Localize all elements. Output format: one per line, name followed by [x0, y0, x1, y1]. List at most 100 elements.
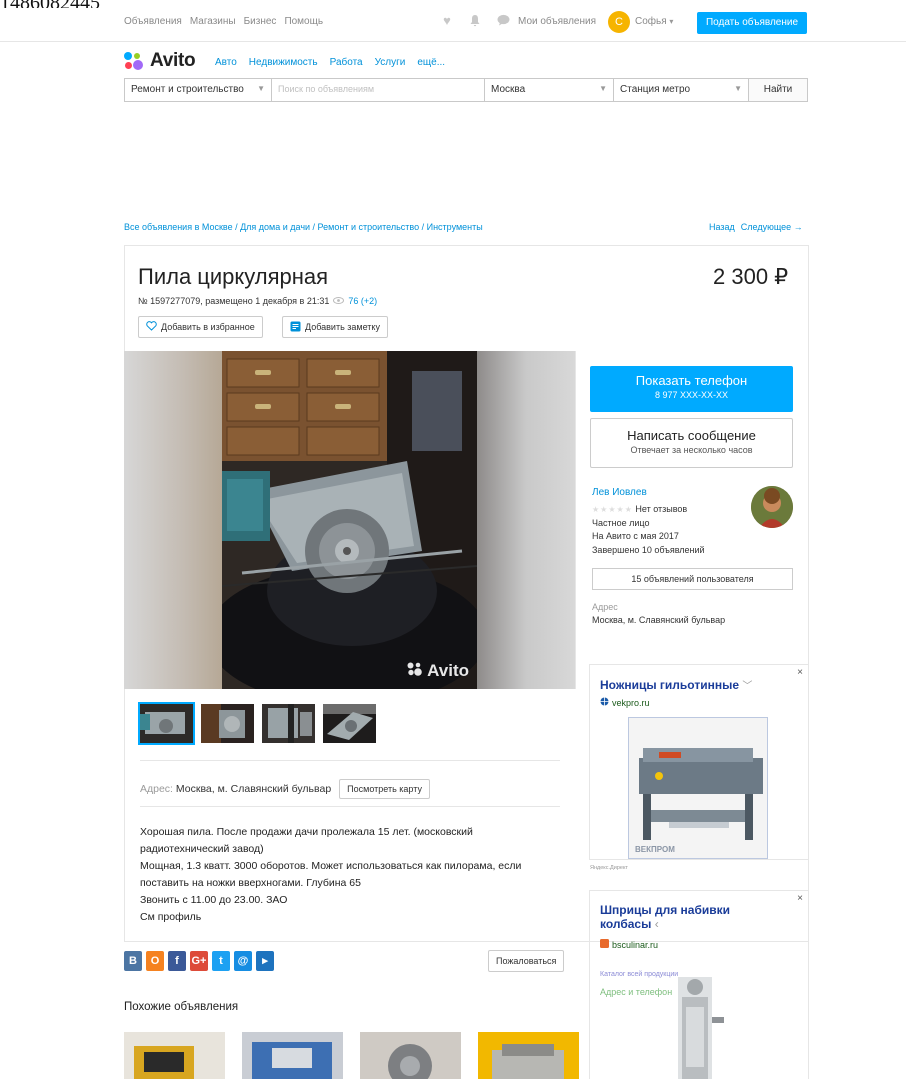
close-icon[interactable]: × [797, 893, 803, 904]
thumbnail-4[interactable] [323, 704, 376, 743]
add-favorite-button[interactable]: Добавить в избранное [138, 316, 263, 338]
similar-title: Похожие объявления [124, 1001, 239, 1013]
gallery-blur-left [124, 351, 222, 689]
top-nav-ads[interactable]: Объявления [124, 16, 182, 27]
ad1-illustration [629, 718, 767, 858]
heart-icon [146, 321, 157, 333]
ad1-image[interactable]: ВЕКПРОМ [628, 717, 768, 859]
twitter-icon[interactable]: t [212, 951, 230, 971]
pager: Назад Следующее → [709, 222, 803, 232]
address-label: Адрес: [140, 783, 173, 795]
post-ad-button[interactable]: Подать объявление [697, 12, 807, 34]
chevron-down-icon: ▼ [734, 84, 742, 93]
category-select-value: Ремонт и строительство [131, 84, 244, 95]
ad2-illustration [678, 977, 724, 1079]
google-plus-icon[interactable]: G+ [190, 951, 208, 971]
ad1-domain[interactable]: vekpro.ru [600, 697, 650, 708]
ad1-domain-text: vekpro.ru [612, 697, 650, 708]
ad2-domain[interactable]: bsculinar.ru [600, 939, 658, 950]
category-services[interactable]: Услуги [375, 57, 406, 68]
mail-icon[interactable]: @ [234, 951, 252, 971]
ad2-title[interactable]: Шприцы для набивки колбасы ‹ [600, 903, 730, 931]
logo-dots-icon [124, 52, 146, 70]
find-button[interactable]: Найти [749, 79, 807, 101]
heart-icon[interactable]: ♥ [440, 14, 454, 28]
seller-type: Частное лицо [592, 517, 650, 528]
avito-logo[interactable]: Avito [124, 50, 196, 72]
show-phone-label: Показать телефон [635, 373, 748, 388]
user-menu[interactable]: Софья ▾ [635, 16, 673, 27]
seller-address: Москва, м. Славянский бульвар [592, 615, 726, 625]
category-more[interactable]: ещё... [417, 57, 445, 68]
seller-name[interactable]: Лев Иовлев [592, 487, 647, 498]
main-photo[interactable]: Avito [222, 351, 477, 689]
seller-reviews: Нет отзывов [635, 504, 688, 514]
thumbnail-2[interactable] [201, 704, 254, 743]
note-icon [290, 321, 301, 334]
similar-item-1[interactable] [124, 1032, 225, 1079]
user-name: Софья [635, 16, 667, 27]
listing-number-date: № 1597277079, размещено 1 декабря в 21:3… [138, 296, 330, 306]
view-map-button[interactable]: Посмотреть карту [339, 779, 430, 799]
category-select[interactable]: Ремонт и строительство ▼ [125, 79, 272, 101]
globe-icon [600, 697, 609, 708]
vk-icon[interactable]: В [124, 951, 142, 971]
facebook-icon[interactable]: f [168, 951, 186, 971]
back-link[interactable]: Назад [709, 222, 735, 232]
livejournal-icon[interactable]: ▸ [256, 951, 274, 971]
response-time: Отвечает за несколько часов [630, 445, 753, 455]
ad1-title[interactable]: Ножницы гильотинные ﹀ [600, 677, 752, 692]
similar-item-2[interactable] [242, 1032, 343, 1079]
similar-item-4[interactable] [478, 1032, 579, 1079]
ad2-title-line-1: Шприцы для набивки [600, 903, 731, 917]
ad-block-2[interactable]: × Шприцы для набивки колбасы ‹ bsculinar… [589, 890, 809, 1079]
close-icon[interactable]: × [797, 667, 803, 678]
chevron-down-icon: ▼ [257, 84, 265, 93]
top-nav-shops[interactable]: Магазины [190, 16, 236, 27]
add-note-button[interactable]: Добавить заметку [282, 316, 388, 338]
odnoklassniki-icon[interactable]: О [146, 951, 164, 971]
photo-gallery[interactable]: Avito [124, 351, 575, 689]
show-phone-button[interactable]: Показать телефон 8 977 XXX-XX-XX [590, 366, 793, 412]
seller-avatar[interactable] [751, 486, 793, 528]
category-jobs[interactable]: Работа [330, 57, 363, 68]
search-input[interactable]: Поиск по объявлениям [272, 79, 485, 101]
top-nav-help[interactable]: Помощь [284, 16, 323, 27]
add-favorite-label: Добавить в избранное [161, 322, 255, 332]
category-realty[interactable]: Недвижимость [249, 57, 318, 68]
rating-stars-icon: ★★★★★ [592, 505, 633, 514]
thumbnail-3[interactable] [262, 704, 315, 743]
similar-item-3[interactable] [360, 1032, 461, 1079]
breadcrumb[interactable]: Все объявления в Москве / Для дома и дач… [124, 222, 483, 232]
metro-select[interactable]: Станция метро ▼ [614, 79, 749, 101]
seller-rating: ★★★★★ Нет отзывов [592, 503, 705, 517]
sidebar-divider [575, 351, 576, 689]
chevron-left-icon: ‹ [654, 917, 659, 931]
views-count[interactable]: 76 (+2) [348, 296, 377, 306]
category-auto[interactable]: Авто [215, 57, 237, 68]
ad2-link-catalog[interactable]: Каталог всей продукции [600, 971, 678, 978]
watermark-text: Avito [427, 661, 469, 680]
next-link[interactable]: Следующее → [741, 222, 803, 232]
description-line: Хорошая пила. После продажи дачи пролежа… [140, 826, 473, 838]
ad2-link-address[interactable]: Адрес и телефон [600, 987, 672, 997]
user-avatar[interactable]: С [608, 11, 630, 33]
share-buttons: В О f G+ t @ ▸ [124, 951, 274, 971]
description-line: поставить на ножки вверхногами. Глубина … [140, 877, 361, 889]
ad2-image[interactable] [668, 977, 728, 1079]
search-bar: Ремонт и строительство ▼ Поиск по объявл… [124, 78, 808, 102]
write-message-button[interactable]: Написать сообщение Отвечает за несколько… [590, 418, 793, 468]
report-button[interactable]: Пожаловаться [488, 950, 565, 972]
city-select[interactable]: Москва ▼ [485, 79, 614, 101]
gallery-blur-right [477, 351, 575, 689]
divider [140, 760, 560, 761]
thumbnail-1[interactable] [138, 702, 195, 745]
my-ads-link[interactable]: Мои объявления [518, 16, 596, 27]
bell-icon[interactable] [468, 14, 482, 28]
top-nav-business[interactable]: Бизнес [244, 16, 277, 27]
listing-address: Адрес: Москва, м. Славянский бульвар Пос… [140, 779, 430, 799]
seller-ads-button[interactable]: 15 объявлений пользователя [592, 568, 793, 590]
ad-block-1[interactable]: × Ножницы гильотинные ﹀ vekpro.ru ВЕКПРО… [589, 664, 809, 860]
favicon-icon [600, 939, 609, 950]
chat-icon[interactable] [496, 14, 510, 28]
